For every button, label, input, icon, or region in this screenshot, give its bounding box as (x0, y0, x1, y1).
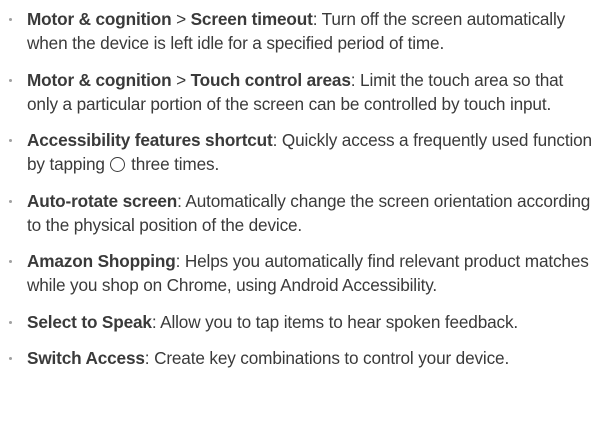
document-page: Motor & cognition > Screen timeout: Turn… (0, 0, 598, 429)
bullet-icon (9, 320, 12, 324)
list-item-accessibility-shortcut: Accessibility features shortcut: Quickly… (0, 128, 592, 176)
list-item-amazon-shopping: Amazon Shopping: Helps you automatically… (0, 249, 592, 297)
bullet-icon (9, 18, 12, 21)
menu-path-parent: Motor & cognition (27, 69, 172, 90)
bullet-icon (9, 199, 12, 203)
list-item-touch-control-areas: Motor & cognition > Touch control areas:… (0, 68, 592, 116)
bullet-icon (9, 357, 12, 360)
list-item-select-to-speak: Select to Speak: Allow you to tap items … (0, 310, 592, 334)
item-term: Auto-rotate screen (27, 190, 178, 211)
list-item-screen-timeout: Motor & cognition > Screen timeout: Turn… (0, 7, 592, 55)
path-separator: > (171, 69, 191, 90)
accessibility-settings-list: Motor & cognition > Screen timeout: Turn… (0, 7, 592, 370)
list-item-auto-rotate: Auto-rotate screen: Automatically change… (0, 189, 592, 237)
bullet-icon (9, 78, 12, 82)
item-description-end: three times. (126, 154, 220, 174)
item-description: Allow you to tap items to hear spoken fe… (156, 311, 519, 332)
menu-path-parent: Motor & cognition (27, 9, 172, 29)
menu-path-item: Screen timeout (190, 9, 313, 29)
item-term: Select to Speak (27, 311, 152, 332)
bullet-icon (9, 260, 12, 263)
path-separator: > (171, 9, 191, 29)
item-description: Create key combinations to control your … (149, 348, 510, 368)
item-term: Accessibility features shortcut (27, 130, 273, 150)
item-term: Amazon Shopping (27, 251, 176, 271)
menu-path-item: Touch control areas (190, 69, 351, 90)
item-term: Switch Access (27, 348, 145, 368)
home-circle-icon (110, 157, 126, 172)
list-item-switch-access: Switch Access: Create key combinations t… (0, 346, 592, 370)
bullet-icon (9, 139, 12, 142)
